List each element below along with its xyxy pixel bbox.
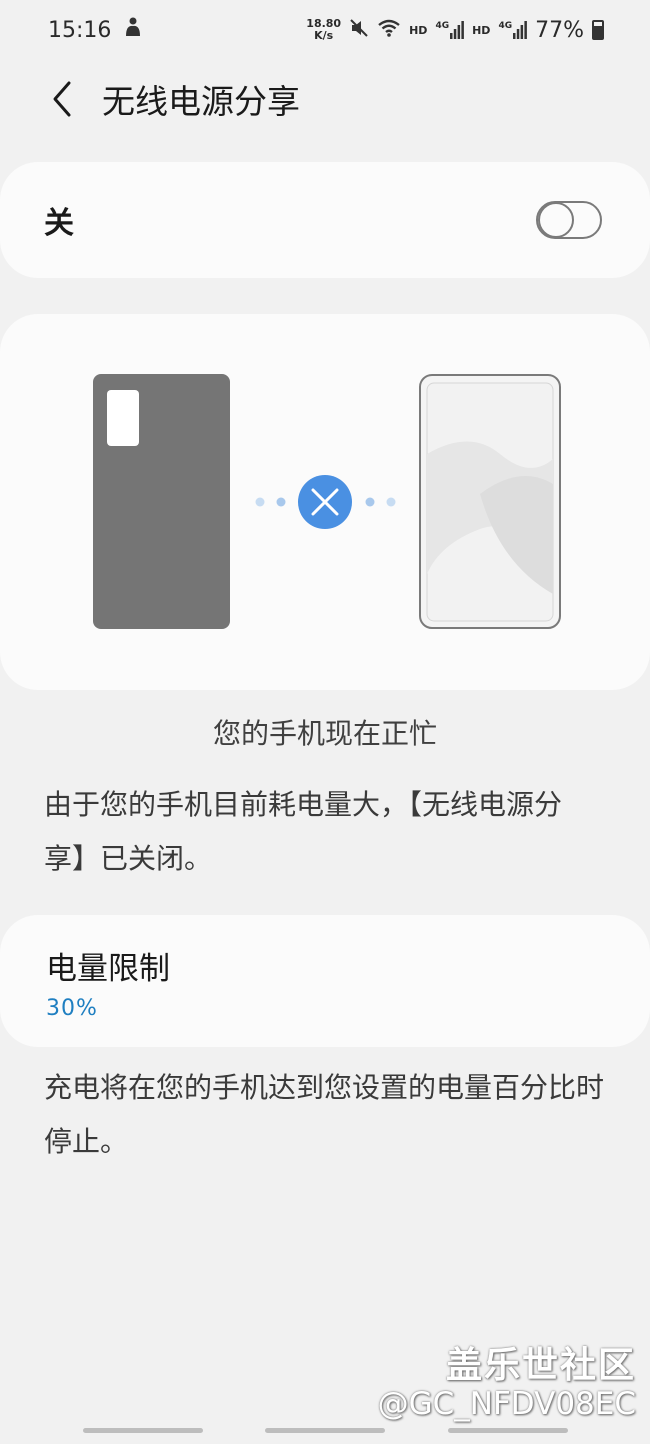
network-speed-unit: K/s	[314, 29, 334, 42]
status-time: 15:16	[48, 17, 112, 43]
signal-icon-1: 4G	[435, 21, 464, 39]
switch-knob	[538, 202, 574, 238]
nav-home-button[interactable]	[265, 1428, 385, 1433]
status-left: 15:16	[48, 16, 143, 44]
left-dots	[255, 497, 286, 507]
back-button[interactable]	[32, 69, 92, 129]
disabled-description: 由于您的手机目前耗电量大，【无线电源分享】已关闭。	[44, 788, 563, 875]
signal-icon-2: 4G	[498, 21, 527, 39]
x-circle-icon	[298, 475, 352, 529]
network-speed: 18.80 K/s	[306, 18, 341, 42]
source-phone-back	[93, 374, 230, 629]
right-dots	[365, 497, 396, 507]
battery-percent: 77%	[535, 17, 584, 43]
master-switch-card[interactable]: 关	[0, 162, 650, 278]
battery-limit-card[interactable]: 电量限制 30%	[0, 915, 650, 1047]
master-switch[interactable]	[536, 201, 602, 239]
battery-limit-description: 充电将在您的手机达到您设置的电量百分比时停止。	[44, 1071, 605, 1158]
mute-icon	[349, 18, 369, 42]
battery-limit-value: 30%	[46, 996, 98, 1021]
notification-icon	[123, 16, 143, 44]
page-title: 无线电源分享	[102, 82, 300, 121]
battery-icon	[592, 20, 604, 40]
lte-label-2: 4G	[498, 21, 513, 31]
hd-label-2: HD	[472, 23, 491, 37]
hd-label-1: HD	[409, 23, 428, 37]
nav-recents-button[interactable]	[83, 1428, 203, 1433]
nav-back-button[interactable]	[448, 1428, 568, 1433]
status-bar: 15:16 18.80 K/s HD 4G HD 4G 77%	[0, 0, 650, 60]
lte-label-1: 4G	[435, 21, 450, 31]
switch-label: 关	[44, 206, 74, 241]
watermark-community: 盖乐世社区	[445, 1345, 636, 1386]
chevron-left-icon	[53, 81, 71, 117]
watermark-user: @GC_NFDV08EC	[377, 1386, 636, 1422]
navigation-bar	[0, 1424, 650, 1436]
target-phone-front	[419, 374, 561, 629]
wifi-icon	[377, 18, 401, 42]
app-header: 无线电源分享	[0, 62, 650, 136]
battery-limit-title: 电量限制	[46, 951, 170, 987]
illustration-card	[0, 314, 650, 690]
power-share-illustration	[93, 374, 561, 629]
status-right: 18.80 K/s HD 4G HD 4G 77%	[306, 18, 604, 43]
busy-status-text: 您的手机现在正忙	[212, 717, 437, 750]
